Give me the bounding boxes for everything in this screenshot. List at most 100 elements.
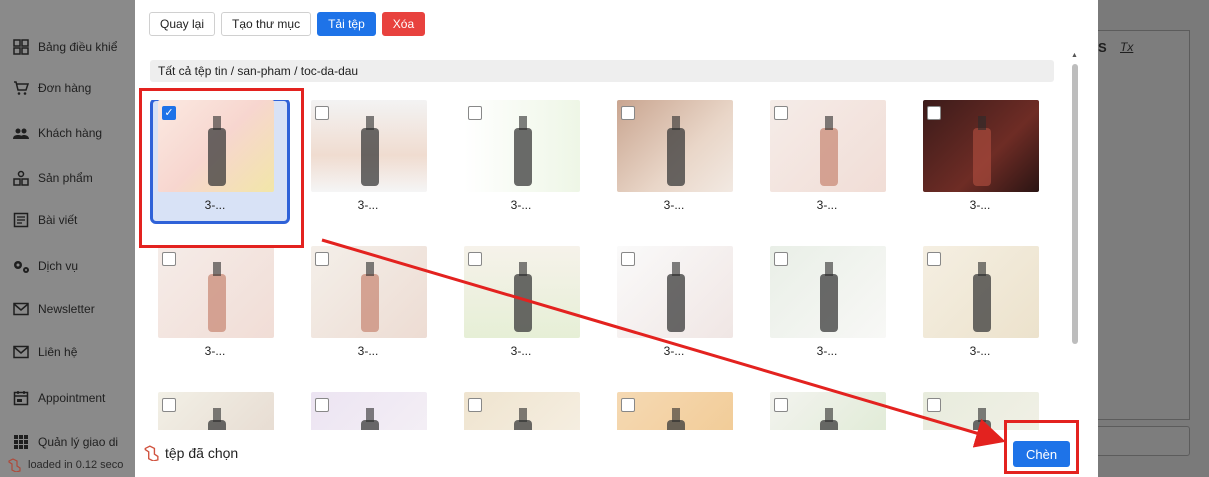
file-thumbnail[interactable]: 3-... <box>456 100 586 212</box>
sidebar-item-label: Quản lý giao di <box>38 435 119 449</box>
admin-sidebar: Bảng điều khiể Đơn hàng Khách hàng Sản p… <box>0 0 150 477</box>
services-icon <box>12 257 30 275</box>
file-thumbnail[interactable] <box>915 392 1045 430</box>
sidebar-item-label: Newsletter <box>38 302 95 316</box>
sidebar-item-orders[interactable]: Đơn hàng <box>12 76 91 100</box>
admin-footer: loaded in 0.12 seco <box>0 452 150 477</box>
calendar-icon <box>12 389 30 407</box>
scroll-up-icon[interactable]: ▲ <box>1071 52 1078 59</box>
mail-icon <box>12 300 30 318</box>
upload-button[interactable]: Tải tệp <box>317 12 376 36</box>
sidebar-item-label: Bảng điều khiể <box>38 40 118 54</box>
dashboard-icon <box>12 38 30 56</box>
file-thumbnail[interactable]: 3-... <box>303 246 433 358</box>
sidebar-item-services[interactable]: Dịch vụ <box>12 254 78 278</box>
laravel-logo-icon <box>143 445 159 461</box>
article-icon <box>12 211 30 229</box>
file-checkbox[interactable] <box>315 106 329 120</box>
file-caption: 3-... <box>663 344 685 358</box>
file-checkbox[interactable] <box>621 398 635 412</box>
sidebar-item-label: Appointment <box>38 391 106 405</box>
file-caption: 3-... <box>816 344 838 358</box>
sidebar-item-label: Bài viết <box>38 213 78 227</box>
file-caption: 3-... <box>510 344 532 358</box>
new-folder-button[interactable]: Tạo thư mục <box>221 12 312 36</box>
file-thumbnail[interactable] <box>762 392 892 430</box>
file-checkbox[interactable] <box>315 252 329 266</box>
file-checkbox[interactable] <box>162 252 176 266</box>
file-checkbox[interactable]: ✓ <box>162 106 176 120</box>
file-caption: 3-... <box>357 198 379 212</box>
file-checkbox[interactable] <box>927 398 941 412</box>
file-caption: 3-... <box>969 198 991 212</box>
sidebar-item-articles[interactable]: Bài viết <box>12 208 77 232</box>
scroll-thumb[interactable] <box>1072 64 1078 344</box>
file-checkbox[interactable] <box>774 252 788 266</box>
modal-footer: tệp đã chọn Chèn <box>135 436 1085 472</box>
file-checkbox[interactable] <box>162 398 176 412</box>
sidebar-item-customers[interactable]: Khách hàng <box>12 121 102 145</box>
file-caption: 3-... <box>510 198 532 212</box>
breadcrumb: Tất cả tệp tin / san-pham / toc-da-dau <box>150 60 1054 82</box>
editor-area <box>1094 30 1190 420</box>
file-checkbox[interactable] <box>774 398 788 412</box>
file-checkbox[interactable] <box>468 106 482 120</box>
file-grid: ✓ 3-... 3-... 3-... 3-... 3-... 3-... 3-... 3-..… <box>150 100 1070 430</box>
back-button[interactable]: Quay lại <box>149 12 216 36</box>
strikethrough-tool[interactable]: S <box>1098 40 1107 55</box>
file-checkbox[interactable] <box>468 398 482 412</box>
sidebar-item-label: Đơn hàng <box>38 81 92 95</box>
scrollbar[interactable]: ▲ ▼ <box>1070 52 1080 465</box>
file-thumbnail[interactable]: ✓ 3-... <box>150 100 290 224</box>
laravel-logo-icon <box>6 457 22 473</box>
file-caption: 3-... <box>816 198 838 212</box>
grid-icon <box>12 433 30 451</box>
file-thumbnail[interactable]: 3-... <box>609 246 739 358</box>
sidebar-item-contact[interactable]: Liên hệ <box>12 340 77 364</box>
sidebar-item-label: Dịch vụ <box>38 259 79 273</box>
file-caption: 3-... <box>969 344 991 358</box>
file-checkbox[interactable] <box>927 252 941 266</box>
file-caption: 3-... <box>204 198 226 212</box>
file-checkbox[interactable] <box>468 252 482 266</box>
file-thumbnail[interactable]: 3-... <box>609 100 739 212</box>
sidebar-item-label: Sản phẩm <box>38 171 93 185</box>
file-thumbnail[interactable] <box>456 392 586 430</box>
sidebar-item-layout[interactable]: Quản lý giao di <box>12 430 118 454</box>
file-thumbnail[interactable]: 3-... <box>456 246 586 358</box>
file-checkbox[interactable] <box>621 106 635 120</box>
file-thumbnail[interactable] <box>609 392 739 430</box>
file-thumbnail[interactable]: 3-... <box>762 246 892 358</box>
sidebar-item-products[interactable]: Sản phẩm <box>12 166 93 190</box>
sidebar-item-appointment[interactable]: Appointment <box>12 386 105 410</box>
users-icon <box>12 124 30 142</box>
sidebar-item-label: Liên hệ <box>38 345 78 359</box>
file-thumbnail[interactable]: 3-... <box>915 246 1045 358</box>
file-caption: 3-... <box>663 198 685 212</box>
file-caption: 3-... <box>204 344 226 358</box>
file-checkbox[interactable] <box>315 398 329 412</box>
products-icon <box>12 169 30 187</box>
cart-icon <box>12 79 30 97</box>
selected-count: tệp đã chọn <box>143 445 238 461</box>
file-manager-modal: Quay lại Tạo thư mục Tải tệp Xóa Tất cả … <box>135 0 1098 477</box>
sidebar-item-newsletter[interactable]: Newsletter <box>12 297 95 321</box>
file-thumbnail[interactable]: 3-... <box>915 100 1045 212</box>
file-checkbox[interactable] <box>927 106 941 120</box>
file-thumbnail[interactable] <box>150 392 280 430</box>
clear-format-tool[interactable]: Tx <box>1120 40 1133 54</box>
selected-label: tệp đã chọn <box>165 445 239 461</box>
sidebar-item-label: Khách hàng <box>38 126 103 140</box>
file-thumbnail[interactable]: 3-... <box>303 100 433 212</box>
file-checkbox[interactable] <box>774 106 788 120</box>
file-toolbar: Quay lại Tạo thư mục Tải tệp Xóa <box>149 12 426 36</box>
editor-field <box>1094 426 1190 456</box>
file-checkbox[interactable] <box>621 252 635 266</box>
file-thumbnail[interactable] <box>303 392 433 430</box>
insert-button[interactable]: Chèn <box>1013 441 1071 467</box>
mail-icon <box>12 343 30 361</box>
sidebar-item-dashboard[interactable]: Bảng điều khiể <box>12 35 117 59</box>
file-thumbnail[interactable]: 3-... <box>762 100 892 212</box>
delete-button[interactable]: Xóa <box>381 12 426 36</box>
file-thumbnail[interactable]: 3-... <box>150 246 280 358</box>
